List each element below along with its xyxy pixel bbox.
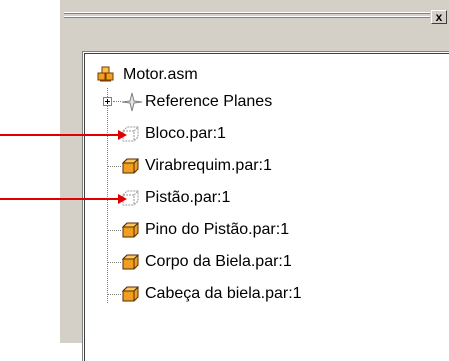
tree-item-virabrequim[interactable]: Virabrequim.par:1 (107, 155, 367, 177)
tree-branch-line (107, 262, 121, 263)
annotation-arrow-pistao (0, 198, 120, 200)
part-icon (121, 221, 141, 244)
tree-item-label: Corpo da Biela.par:1 (145, 253, 292, 270)
panel-grip-2-shadow (64, 17, 430, 18)
tree-branch-line (113, 101, 121, 102)
tree-root-label: Motor.asm (123, 66, 198, 83)
panel-grip-shadow (64, 13, 430, 14)
arrowhead-icon (118, 130, 127, 140)
annotation-arrow-bloco (0, 134, 120, 136)
tree-branch-line (107, 294, 121, 295)
tree-item-pino-do-pistao[interactable]: Pino do Pistão.par:1 (107, 219, 367, 241)
reference-planes-icon (121, 92, 143, 117)
tree-item-cabeca-da-biela[interactable]: Cabeça da biela.par:1 (107, 283, 377, 305)
tree-item-label: Cabeça da biela.par:1 (145, 285, 302, 302)
tree-item-corpo-da-biela[interactable]: Corpo da Biela.par:1 (107, 251, 367, 273)
close-button[interactable]: x (431, 10, 447, 24)
tree-branch-line (107, 166, 121, 167)
expand-plus-icon[interactable] (103, 97, 112, 106)
tree-item-label: Bloco.par:1 (145, 125, 226, 142)
tree-item-label: Virabrequim.par:1 (145, 157, 272, 174)
part-icon (121, 157, 141, 180)
tree-item-reference-planes[interactable]: Reference Planes (103, 91, 363, 113)
assembly-icon (97, 66, 115, 89)
tree-item-bloco[interactable]: Bloco.par:1 (107, 123, 367, 145)
tree-root-node[interactable]: Motor.asm (97, 64, 297, 86)
tree-item-label: Pistão.par:1 (145, 189, 231, 206)
tree-item-label: Reference Planes (145, 93, 273, 110)
arrowhead-icon (118, 194, 127, 204)
assembly-tree[interactable]: Motor.asm Reference Planes Bloco.par:1 V… (82, 51, 449, 361)
tree-view-area: Motor.asm Reference Planes Bloco.par:1 V… (84, 53, 449, 361)
tree-item-pistao[interactable]: Pistão.par:1 (107, 187, 367, 209)
tree-branch-line (107, 230, 121, 231)
part-icon (121, 285, 141, 308)
tree-item-label: Pino do Pistão.par:1 (145, 221, 290, 238)
part-icon (121, 253, 141, 276)
